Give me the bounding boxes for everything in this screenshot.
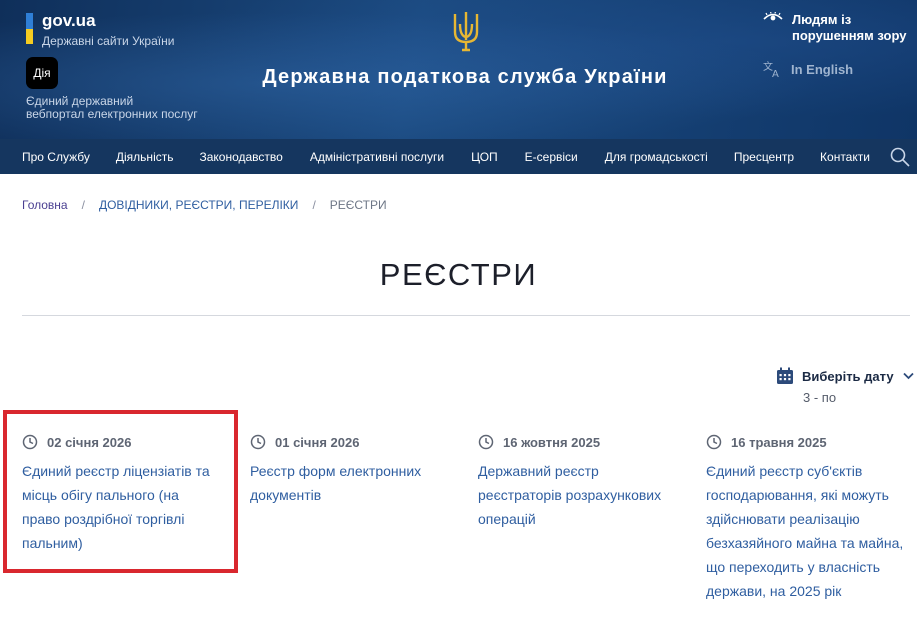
card-title-link[interactable]: Єдиний реєстр суб'єктів господарювання, … — [706, 459, 917, 603]
clock-icon — [478, 434, 494, 450]
site-title[interactable]: Державна податкова служба України — [200, 66, 730, 89]
accessibility-line1: Людям із — [792, 12, 852, 27]
page-title: РЕЄСТРИ — [379, 257, 538, 292]
date-range-text: 3 - по — [803, 390, 837, 405]
language-label: In English — [791, 61, 854, 77]
ukraine-flag-icon — [26, 13, 33, 44]
registry-card: 16 травня 2025 Єдиний реєстр суб'єктів г… — [706, 434, 917, 603]
govua-title: gov.ua — [42, 11, 96, 30]
nav-e-services[interactable]: Е-сервіси — [525, 150, 578, 164]
card-date: 16 травня 2025 — [706, 434, 917, 450]
accessibility-button[interactable]: Людям із порушенням зору — [763, 12, 906, 44]
breadcrumb: Головна / ДОВІДНИКИ, РЕЄСТРИ, ПЕРЕЛІКИ /… — [22, 198, 387, 212]
govua-subtitle: Державні сайти України — [42, 34, 175, 48]
highlight-box — [3, 410, 238, 573]
nav-about[interactable]: Про Службу — [22, 150, 90, 164]
translate-icon: 文 A — [763, 60, 779, 78]
language-switch[interactable]: 文 A In English — [763, 60, 853, 78]
svg-text:A: A — [772, 69, 779, 78]
govua-link[interactable]: gov.ua Державні сайти України — [26, 12, 174, 48]
card-title-link[interactable]: Державний реєстр реєстраторів розрахунко… — [478, 459, 690, 531]
nav-contacts[interactable]: Контакти — [820, 150, 870, 164]
breadcrumb-separator: / — [81, 198, 85, 212]
eye-icon — [763, 12, 783, 21]
nav-press[interactable]: Пресцентр — [734, 150, 794, 164]
clock-icon — [250, 434, 266, 450]
breadcrumb-directories[interactable]: ДОВІДНИКИ, РЕЄСТРИ, ПЕРЕЛІКИ — [99, 198, 299, 212]
nav-activity[interactable]: Діяльність — [116, 150, 174, 164]
nav-tsop[interactable]: ЦОП — [471, 150, 498, 164]
registry-card: 16 жовтня 2025 Державний реєстр реєстрат… — [478, 434, 690, 531]
date-filter-dropdown[interactable]: Виберіть дату — [776, 367, 914, 385]
accessibility-line2: порушенням зору — [792, 28, 907, 43]
chevron-down-icon — [902, 372, 914, 380]
card-title-link[interactable]: Реєстр форм електронних документів — [250, 459, 462, 507]
nav-public[interactable]: Для громадськості — [605, 150, 708, 164]
clock-icon — [706, 434, 722, 450]
nav-legislation[interactable]: Законодавство — [199, 150, 282, 164]
diia-portal-caption[interactable]: Єдиний державний вебпортал електронних п… — [26, 95, 198, 121]
diia-logo[interactable]: Дія — [26, 57, 58, 89]
nav-admin-services[interactable]: Адміністративні послуги — [310, 150, 444, 164]
card-date: 16 жовтня 2025 — [478, 434, 690, 450]
site-header: gov.ua Державні сайти України Дія Єдиний… — [0, 0, 917, 139]
card-date: 01 січня 2026 — [250, 434, 462, 450]
registry-card: 01 січня 2026 Реєстр форм електронних до… — [250, 434, 462, 507]
breadcrumb-separator: / — [312, 198, 316, 212]
title-divider — [22, 315, 910, 316]
search-icon[interactable] — [890, 147, 910, 167]
breadcrumb-home[interactable]: Головна — [22, 198, 68, 212]
main-nav: Про Службу Діяльність Законодавство Адмі… — [0, 139, 917, 174]
date-filter-label: Виберіть дату — [802, 368, 894, 384]
trident-icon — [453, 12, 479, 52]
breadcrumb-current: РЕЄСТРИ — [329, 198, 387, 212]
calendar-icon — [777, 367, 793, 384]
